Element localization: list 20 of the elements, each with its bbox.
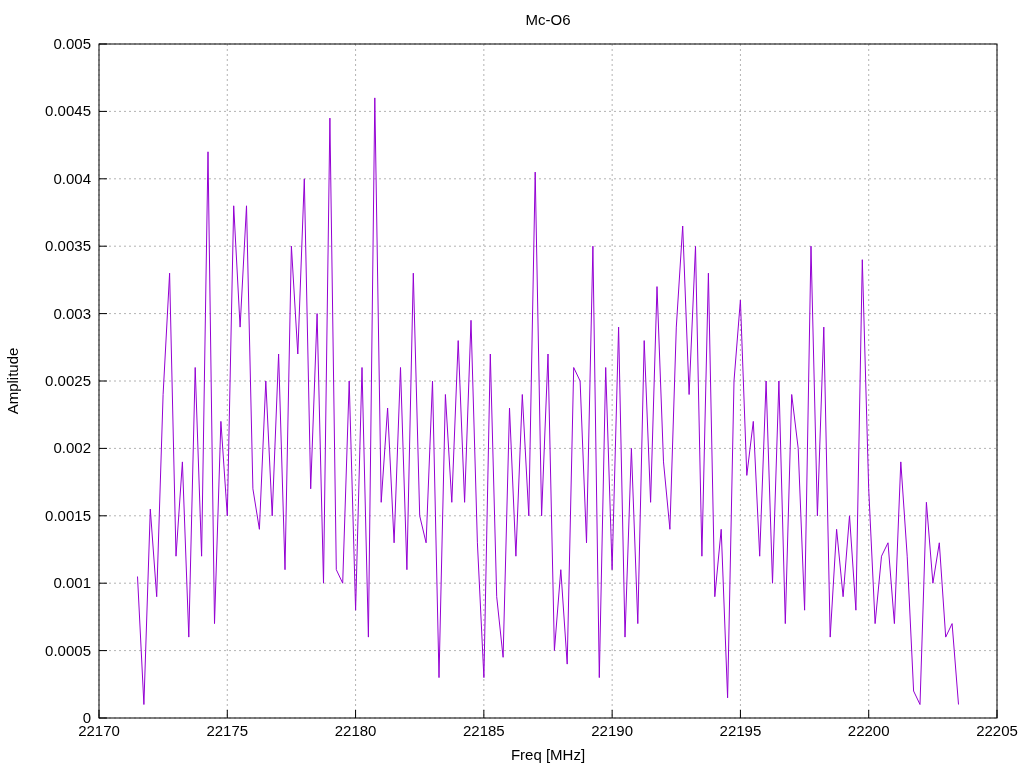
tick-label: 0.001 <box>53 574 91 592</box>
tick-label: 0.005 <box>53 35 91 52</box>
tick-label: 22180 <box>334 722 377 739</box>
tick-label: 22175 <box>206 722 249 739</box>
tick-label: 0.0015 <box>45 506 91 524</box>
tick-label: 0.003 <box>53 304 91 322</box>
axis-label: Amplitude <box>4 347 21 415</box>
tick-label: 22190 <box>591 722 633 739</box>
tick-label: 0.0045 <box>45 102 91 120</box>
tick-label: 0.002 <box>53 439 91 457</box>
tick-label: 0.0025 <box>45 372 91 389</box>
tick-label: 22200 <box>847 722 890 739</box>
tick-label: 22185 <box>463 722 505 739</box>
tick-label: 0.004 <box>53 169 91 187</box>
chart-title: Mc-O6 <box>525 11 571 28</box>
tick-label: 22195 <box>719 722 762 739</box>
tick-label: 22205 <box>976 722 1018 739</box>
axis-label: Freq [MHz] <box>510 746 586 763</box>
tick-label: 0.0035 <box>45 237 91 255</box>
tick-label: 0.0005 <box>45 641 91 659</box>
